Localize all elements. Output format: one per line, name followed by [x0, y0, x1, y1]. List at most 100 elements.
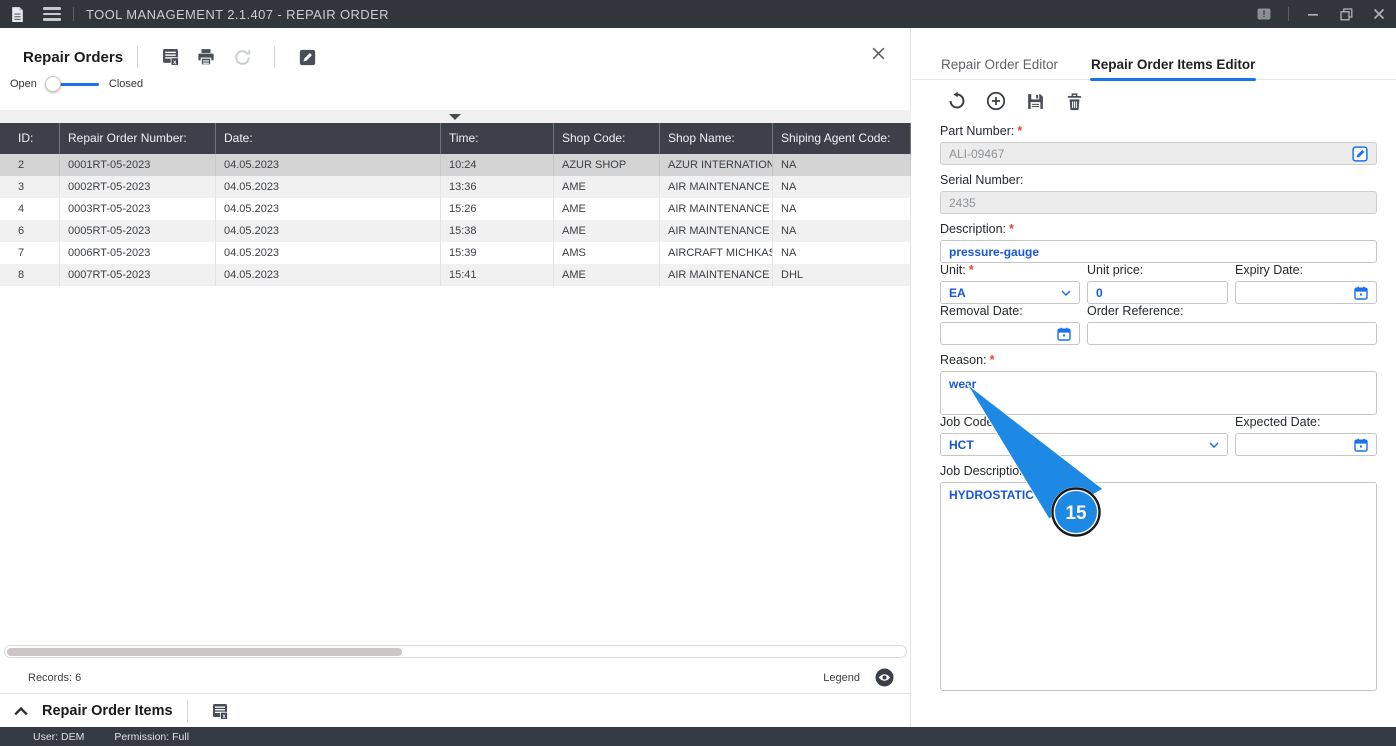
required-marker: *	[1017, 124, 1023, 138]
horizontal-scrollbar[interactable]	[4, 645, 907, 658]
job-code-select[interactable]: HCT	[940, 433, 1228, 456]
table-cell: NA	[773, 154, 911, 176]
minimize-icon[interactable]	[1304, 5, 1322, 23]
column-header[interactable]: Shiping Agent Code:	[773, 123, 911, 154]
part-number-edit-icon[interactable]	[1352, 145, 1368, 162]
column-header[interactable]: ID:	[0, 123, 60, 154]
close-panel-icon[interactable]	[871, 46, 886, 66]
close-icon[interactable]	[1370, 5, 1388, 23]
items-editor-panel: Repair Order Editor Repair Order Items E…	[912, 28, 1396, 727]
unit-price-field[interactable]: 0	[1087, 281, 1228, 304]
column-header[interactable]: Repair Order Number:	[60, 123, 216, 154]
description-label: Description: *	[940, 222, 1014, 236]
table-row[interactable]: 8 0007RT-05-2023 04.05.2023 15:41 AME AIR MAI…	[0, 264, 911, 286]
table-cell: 15:26	[441, 198, 554, 220]
chevron-down-icon	[1061, 289, 1071, 296]
column-header[interactable]: Time:	[441, 123, 554, 154]
app-document-icon	[10, 6, 25, 23]
table-row[interactable]: 4 0003RT-05-2023 04.05.2023 15:26 AME AIR MAI…	[0, 198, 911, 220]
export-excel-icon[interactable]: x	[209, 700, 231, 722]
description-field[interactable]: pressure-gauge	[940, 240, 1377, 263]
table-row[interactable]: 6 0005RT-05-2023 04.05.2023 15:38 AME AIR MAI…	[0, 220, 911, 242]
order-reference-field[interactable]	[1087, 322, 1377, 345]
table-cell: NA	[773, 176, 911, 198]
open-closed-toggle[interactable]	[44, 76, 101, 92]
expiry-date-field[interactable]	[1235, 281, 1377, 304]
status-user: User: DEM	[33, 730, 85, 743]
open-closed-filter: Open Closed	[10, 76, 143, 92]
table-row[interactable]: 2 0001RT-05-2023 04.05.2023 10:24 AZUR SHOP A…	[0, 154, 911, 176]
table-cell: AME	[554, 264, 660, 286]
calendar-icon	[1057, 327, 1071, 341]
restore-icon[interactable]	[1337, 5, 1355, 23]
orders-footer: Records: 6 Legend	[0, 662, 911, 694]
table-cell: 0007RT-05-2023	[60, 264, 216, 286]
chevron-down-icon	[1209, 441, 1219, 448]
tab-repair-order-items-editor[interactable]: Repair Order Items Editor	[1090, 52, 1257, 81]
repair-order-items-section: Repair Order Items x	[0, 695, 911, 727]
table-cell: 04.05.2023	[216, 220, 441, 242]
export-excel-icon[interactable]: x	[159, 46, 181, 68]
table-row[interactable]: 3 0002RT-05-2023 04.05.2023 13:36 AME AIR MAI…	[0, 176, 911, 198]
column-header[interactable]: Date:	[216, 123, 441, 154]
required-marker: *	[1032, 464, 1038, 478]
eye-icon[interactable]	[873, 667, 895, 689]
menu-hamburger-icon[interactable]	[43, 7, 61, 21]
add-icon[interactable]	[985, 90, 1007, 112]
table-cell: NA	[773, 198, 911, 220]
records-count: Records: 6	[28, 671, 82, 684]
table-cell: 15:41	[441, 264, 554, 286]
app-window: TOOL MANAGEMENT 2.1.407 - REPAIR ORDER !…	[0, 0, 1396, 746]
print-icon[interactable]	[195, 46, 217, 68]
part-number-field[interactable]: ALI-09467	[940, 142, 1377, 165]
table-cell: AIR MAINTENANCE E...	[660, 198, 773, 220]
table-cell: 4	[0, 198, 60, 220]
expected-date-field[interactable]	[1235, 433, 1377, 456]
window-title: TOOL MANAGEMENT 2.1.407 - REPAIR ORDER	[86, 6, 389, 22]
table-cell: 04.05.2023	[216, 242, 441, 264]
table-cell: AIR MAINTENANCE E...	[660, 264, 773, 286]
save-icon[interactable]	[1024, 90, 1046, 112]
removal-date-field[interactable]	[940, 322, 1080, 345]
editor-tabs: Repair Order Editor Repair Order Items E…	[912, 52, 1396, 81]
tab-repair-order-editor[interactable]: Repair Order Editor	[940, 52, 1059, 79]
refresh-icon[interactable]	[231, 46, 253, 68]
order-reference-label: Order Reference:	[1087, 304, 1184, 318]
undo-icon[interactable]	[946, 90, 968, 112]
column-header[interactable]: Shop Code:	[554, 123, 660, 154]
job-description-label: Job Description: *	[940, 464, 1038, 478]
table-cell: NA	[773, 220, 911, 242]
job-code-label: Job Code:	[940, 415, 997, 429]
edit-icon[interactable]	[296, 46, 318, 68]
reason-label: Reason: *	[940, 353, 995, 367]
serial-number-field[interactable]: 2435	[940, 191, 1377, 214]
table-cell: 15:38	[441, 220, 554, 242]
toggle-closed-label: Closed	[108, 78, 144, 90]
unit-select[interactable]: EA	[940, 281, 1080, 304]
delete-icon[interactable]	[1063, 90, 1085, 112]
expiry-date-label: Expiry Date:	[1235, 263, 1304, 277]
scrollbar-thumb[interactable]	[7, 647, 402, 656]
chevron-up-icon[interactable]	[14, 706, 28, 716]
items-editor-toolbar	[946, 90, 1085, 112]
calendar-icon	[1354, 286, 1368, 300]
job-description-field[interactable]: HYDROSTATIC TEST	[940, 482, 1377, 691]
table-row[interactable]: 7 0006RT-05-2023 04.05.2023 15:39 AMS AIRCRAF…	[0, 242, 911, 264]
table-cell: DHL	[773, 264, 911, 286]
required-marker: *	[989, 353, 995, 367]
reason-field[interactable]: wear	[940, 371, 1377, 415]
statusbar: User: DEM Permission: Full	[0, 727, 1396, 746]
table-cell: 3	[0, 176, 60, 198]
grid-group-panel-collapse[interactable]	[0, 110, 911, 123]
removal-date-label: Removal Date:	[940, 304, 1023, 318]
orders-table-header: ID: Repair Order Number: Date: Time: Shop Co…	[0, 123, 911, 154]
svg-text:x: x	[173, 59, 177, 66]
feedback-icon[interactable]: !	[1255, 5, 1273, 23]
unit-label: Unit: *	[940, 263, 974, 277]
table-cell: AIR MAINTENANCE E...	[660, 176, 773, 198]
table-cell: 04.05.2023	[216, 154, 441, 176]
column-header[interactable]: Shop Name:	[660, 123, 773, 154]
items-section-title: Repair Order Items	[42, 703, 173, 719]
repair-orders-header: Repair Orders x	[0, 42, 910, 72]
status-permission: Permission: Full	[114, 730, 190, 743]
